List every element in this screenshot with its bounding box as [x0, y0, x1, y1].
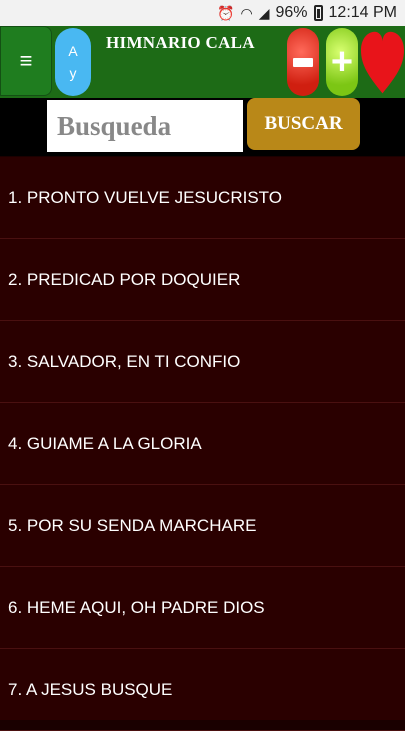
search-bar: BUSCAR	[0, 98, 405, 156]
heart-icon	[360, 31, 405, 94]
hymn-item[interactable]: 3. SALVADOR, EN TI CONFIO	[0, 321, 405, 403]
hymn-list: 1. PRONTO VUELVE JESUCRISTO 2. PREDICAD …	[0, 157, 405, 731]
hymn-item[interactable]: 6. HEME AQUI, OH PADRE DIOS	[0, 567, 405, 649]
minus-icon	[293, 57, 313, 67]
status-right-group: ⏰ ◠ ◢ 96% 12:14 PM	[217, 3, 397, 23]
font-toggle-letter-a: A	[68, 43, 78, 59]
menu-button[interactable]: ≡	[0, 26, 52, 96]
hymn-item[interactable]: 2. PREDICAD POR DOQUIER	[0, 239, 405, 321]
search-input[interactable]	[47, 100, 243, 152]
app-title: HIMNARIO CALA	[106, 33, 255, 52]
app-header: ≡ A y HIMNARIO CALA +	[0, 26, 405, 98]
battery-icon	[313, 5, 323, 21]
signal-icon: ◢	[258, 5, 270, 21]
battery-percent: 96%	[275, 4, 308, 21]
wifi-icon: ◠	[240, 5, 253, 21]
hymn-item[interactable]: 5. POR SU SENDA MARCHARE	[0, 485, 405, 567]
hymn-item[interactable]: 7. A JESUS BUSQUE	[0, 649, 405, 731]
favorites-button[interactable]	[360, 24, 405, 102]
increase-font-button[interactable]: +	[326, 28, 358, 96]
font-size-toggle-button[interactable]: A y	[55, 28, 91, 96]
font-toggle-letter-y: y	[69, 65, 77, 81]
search-button[interactable]: BUSCAR	[247, 98, 360, 150]
menu-icon: ≡	[19, 48, 33, 73]
plus-icon: +	[330, 41, 354, 83]
status-time: 12:14 PM	[328, 4, 397, 21]
alarm-icon: ⏰	[217, 5, 235, 21]
status-bar: ⏰ ◠ ◢ 96% 12:14 PM	[0, 0, 405, 26]
hymn-item[interactable]: 1. PRONTO VUELVE JESUCRISTO	[0, 157, 405, 239]
hymn-item[interactable]: 4. GUIAME A LA GLORIA	[0, 403, 405, 485]
decrease-font-button[interactable]	[287, 28, 319, 96]
